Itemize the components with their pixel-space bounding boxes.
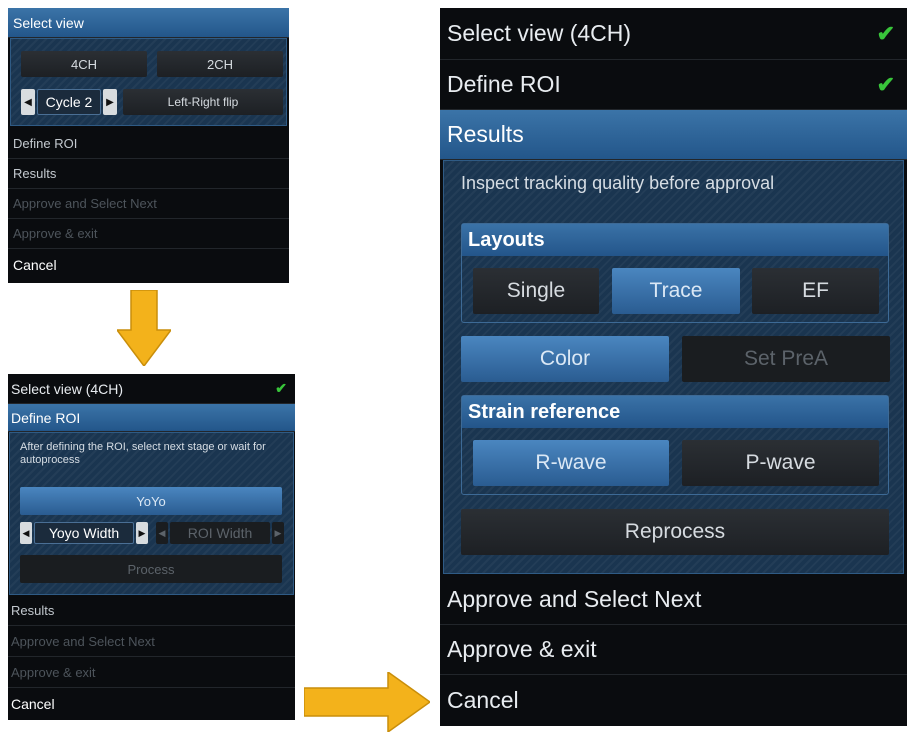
menu-results[interactable]: Results <box>8 159 289 189</box>
select-view-done-row[interactable]: Select view (4CH) ✔ <box>440 8 907 60</box>
menu-results[interactable]: Results <box>8 596 295 626</box>
layouts-group: Layouts Single Trace EF <box>461 223 889 323</box>
reprocess-button[interactable]: Reprocess <box>461 509 889 555</box>
define-roi-done-label: Define ROI <box>447 71 561 97</box>
process-button: Process <box>20 555 282 583</box>
roi-width-left-arrow: ◀ <box>156 522 168 544</box>
menu-approve-select-next-label: Approve and Select Next <box>13 196 157 211</box>
select-view-done-row[interactable]: Select view (4CH) ✔ <box>8 374 295 404</box>
yoyo-width-left-arrow[interactable]: ◀ <box>20 522 32 544</box>
select-view-header[interactable]: Select view <box>8 8 289 38</box>
set-prea-button: Set PreA <box>682 336 890 382</box>
menu-cancel-label: Cancel <box>13 257 57 273</box>
menu-define-roi-label: Define ROI <box>13 136 78 151</box>
roi-width-selector: ROI Width <box>170 522 270 544</box>
menu-define-roi[interactable]: Define ROI <box>8 129 289 159</box>
left-right-flip-button[interactable]: Left-Right flip <box>123 89 283 115</box>
cycle-left-arrow[interactable]: ◀ <box>21 89 35 115</box>
menu-approve-exit: Approve & exit <box>8 657 295 688</box>
right-arrow-icon <box>304 672 430 732</box>
results-header[interactable]: Results <box>440 110 907 160</box>
define-roi-header-label: Define ROI <box>11 409 81 426</box>
menu-results-label: Results <box>11 603 55 618</box>
results-header-label: Results <box>447 121 524 147</box>
define-roi-done-row[interactable]: Define ROI ✔ <box>440 60 907 110</box>
menu-approve-select-next[interactable]: Approve and Select Next <box>440 574 907 625</box>
cycle-right-arrow[interactable]: ▶ <box>103 89 117 115</box>
check-icon: ✔ <box>876 71 895 97</box>
check-icon: ✔ <box>876 20 895 46</box>
cycle-selector[interactable]: Cycle 2 <box>37 89 101 115</box>
roi-width-right-arrow: ▶ <box>272 522 284 544</box>
menu-approve-select-next-label: Approve and Select Next <box>447 585 702 612</box>
yoyo-width-selector[interactable]: Yoyo Width <box>34 522 134 544</box>
yoyo-button[interactable]: YoYo <box>20 487 282 515</box>
results-subpanel: Inspect tracking quality before approval… <box>443 160 904 574</box>
color-button[interactable]: Color <box>461 336 669 382</box>
yoyo-width-label: Yoyo Width <box>48 525 120 541</box>
define-roi-instruction: After defining the ROI, select next stag… <box>20 441 266 466</box>
results-instruction: Inspect tracking quality before approval <box>461 173 775 193</box>
menu-approve-exit-label: Approve & exit <box>447 636 597 662</box>
panel-define-roi: Select view (4CH) ✔ Define ROI After def… <box>8 374 295 720</box>
menu-results-label: Results <box>13 166 57 181</box>
menu-approve-exit-label: Approve & exit <box>11 664 96 680</box>
strain-reference-title: Strain reference <box>462 396 888 428</box>
cycle-label: Cycle 2 <box>45 94 93 110</box>
select-view-done-label: Select view (4CH) <box>11 380 124 397</box>
layouts-title: Layouts <box>462 224 888 256</box>
define-roi-subpanel: After defining the ROI, select next stag… <box>9 432 294 595</box>
menu-approve-select-next-label: Approve and Select Next <box>11 633 155 649</box>
menu-cancel-label: Cancel <box>11 696 55 712</box>
menu-cancel-label: Cancel <box>447 687 519 713</box>
strain-reference-group: Strain reference R-wave P-wave <box>461 395 889 495</box>
down-arrow-icon <box>117 290 171 366</box>
menu-approve-exit[interactable]: Approve & exit <box>440 625 907 675</box>
menu-approve-select-next: Approve and Select Next <box>8 626 295 657</box>
view-2ch-button[interactable]: 2CH <box>157 51 283 77</box>
select-view-header-label: Select view <box>13 14 84 31</box>
select-view-subpanel: 4CH 2CH ◀ Cycle 2 ▶ Left-Right flip <box>10 38 287 126</box>
menu-cancel[interactable]: Cancel <box>8 688 295 720</box>
layout-single-button[interactable]: Single <box>473 268 599 314</box>
strain-pwave-button[interactable]: P-wave <box>682 440 879 486</box>
menu-cancel[interactable]: Cancel <box>8 249 289 281</box>
yoyo-width-right-arrow[interactable]: ▶ <box>136 522 148 544</box>
menu-approve-select-next: Approve and Select Next <box>8 189 289 219</box>
layout-trace-button[interactable]: Trace <box>612 268 740 314</box>
panel-results: Select view (4CH) ✔ Define ROI ✔ Results… <box>440 8 907 726</box>
roi-width-label: ROI Width <box>187 525 253 541</box>
strain-rwave-button[interactable]: R-wave <box>473 440 669 486</box>
define-roi-header[interactable]: Define ROI <box>8 404 295 432</box>
layout-ef-button[interactable]: EF <box>752 268 879 314</box>
check-icon: ✔ <box>275 380 287 396</box>
view-4ch-button[interactable]: 4CH <box>21 51 147 77</box>
select-view-done-label: Select view (4CH) <box>447 20 632 46</box>
menu-approve-exit-label: Approve & exit <box>13 226 98 241</box>
menu-approve-exit: Approve & exit <box>8 219 289 249</box>
menu-cancel[interactable]: Cancel <box>440 675 907 726</box>
panel-select-view: Select view 4CH 2CH ◀ Cycle 2 ▶ Left-Rig… <box>8 8 289 283</box>
